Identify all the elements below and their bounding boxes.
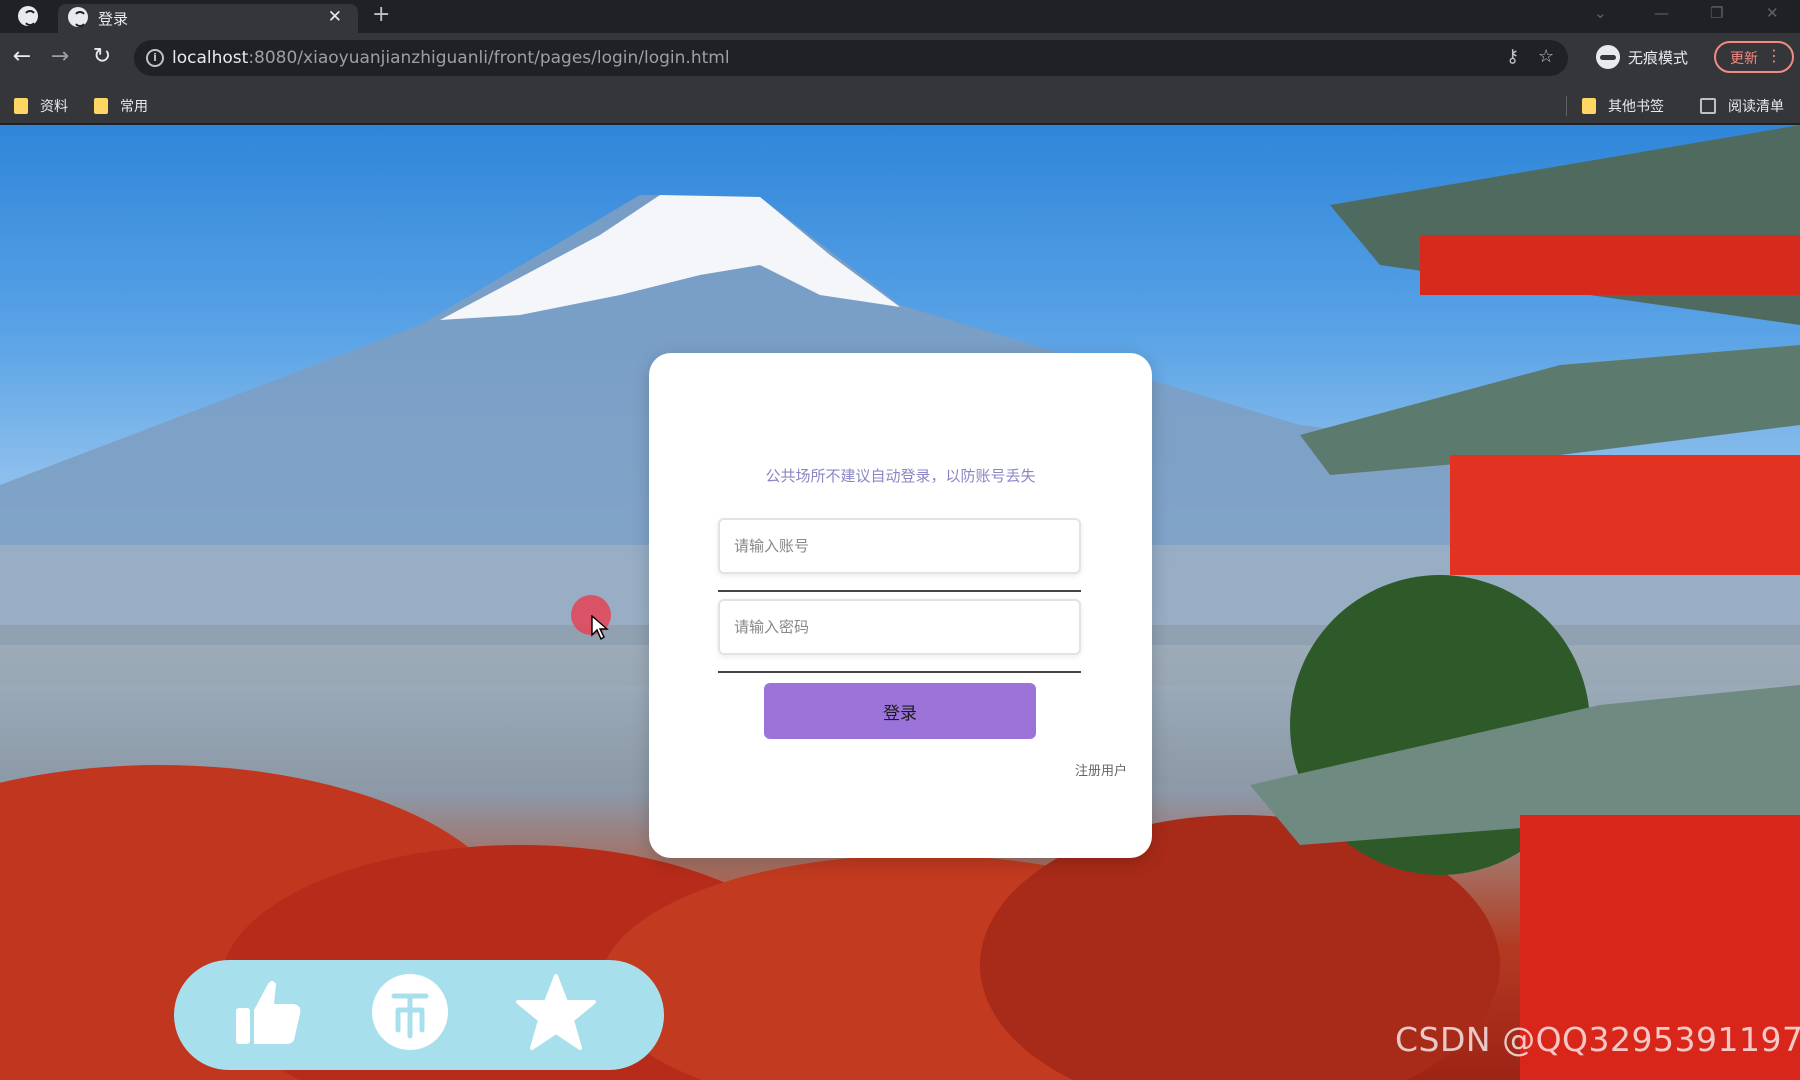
bookmark-folder-changyong[interactable]: 常用 <box>94 96 148 116</box>
folder-icon <box>14 98 28 114</box>
url-text[interactable]: localhost:8080/xiaoyuanjianzhiguanli/fro… <box>172 48 730 68</box>
browser-menu-icon[interactable] <box>18 6 38 26</box>
bookmarks-bar: 资料 常用 其他书签 阅读清单 <box>0 88 1800 124</box>
browser-toolbar: ← → ↻ i localhost:8080/xiaoyuanjianzhigu… <box>0 33 1800 88</box>
minimize-icon[interactable]: — <box>1654 4 1669 22</box>
incognito-indicator[interactable]: 无痕模式 <box>1590 41 1710 73</box>
csdn-watermark: CSDN @QQ3295391197 <box>1395 1020 1800 1059</box>
username-underline <box>718 590 1081 592</box>
more-menu-icon: ⋮ <box>1766 46 1782 65</box>
update-label: 更新 <box>1730 51 1758 67</box>
key-icon[interactable]: ⚷ <box>1506 46 1519 67</box>
login-card: 公共场所不建议自动登录，以防账号丢失 登录 注册用户 <box>649 353 1152 858</box>
bookmarks-divider <box>1566 96 1567 116</box>
incognito-icon <box>1596 45 1620 69</box>
tab-close-icon[interactable]: ✕ <box>328 7 342 27</box>
browser-tab-strip: 登录 ✕ + ⌄ — ❐ ✕ <box>0 0 1800 33</box>
folder-icon <box>94 98 108 114</box>
register-link[interactable]: 注册用户 <box>1075 760 1127 779</box>
video-action-bar <box>174 960 664 1070</box>
back-icon[interactable]: ← <box>8 43 36 71</box>
other-bookmarks[interactable]: 其他书签 <box>1582 96 1664 116</box>
restore-icon[interactable]: ❐ <box>1710 4 1723 22</box>
forward-icon[interactable]: → <box>46 43 74 71</box>
window-close-icon[interactable]: ✕ <box>1766 4 1779 22</box>
reading-list[interactable]: 阅读清单 <box>1700 96 1784 116</box>
reload-icon[interactable]: ↻ <box>88 43 116 71</box>
username-input[interactable] <box>718 518 1081 574</box>
tab-title: 登录 <box>98 10 129 28</box>
tab-favicon-icon <box>68 7 88 27</box>
new-tab-icon[interactable]: + <box>372 2 390 27</box>
bookmark-folder-ziliao[interactable]: 资料 <box>14 96 68 116</box>
login-page: 公共场所不建议自动登录，以防账号丢失 登录 注册用户 CSDN @QQ32953… <box>0 125 1800 1080</box>
tab-login[interactable]: 登录 ✕ <box>58 4 358 33</box>
password-input[interactable] <box>718 599 1081 655</box>
mouse-pointer-icon <box>591 615 609 641</box>
password-underline <box>718 671 1081 673</box>
incognito-label: 无痕模式 <box>1628 49 1689 67</box>
folder-icon <box>1582 98 1596 114</box>
tab-search-icon[interactable]: ⌄ <box>1594 4 1607 22</box>
thumbs-up-icon[interactable] <box>224 970 308 1054</box>
star-icon[interactable] <box>514 970 598 1054</box>
login-button[interactable]: 登录 <box>764 683 1036 739</box>
site-info-icon[interactable]: i <box>146 49 164 67</box>
login-tip: 公共场所不建议自动登录，以防账号丢失 <box>765 467 1036 485</box>
bookmark-star-icon[interactable]: ☆ <box>1538 46 1554 67</box>
reading-list-icon <box>1700 98 1716 114</box>
coin-icon[interactable] <box>368 970 452 1054</box>
address-bar[interactable]: i localhost:8080/xiaoyuanjianzhiguanli/f… <box>134 40 1568 76</box>
update-button[interactable]: 更新 ⋮ <box>1714 41 1794 73</box>
